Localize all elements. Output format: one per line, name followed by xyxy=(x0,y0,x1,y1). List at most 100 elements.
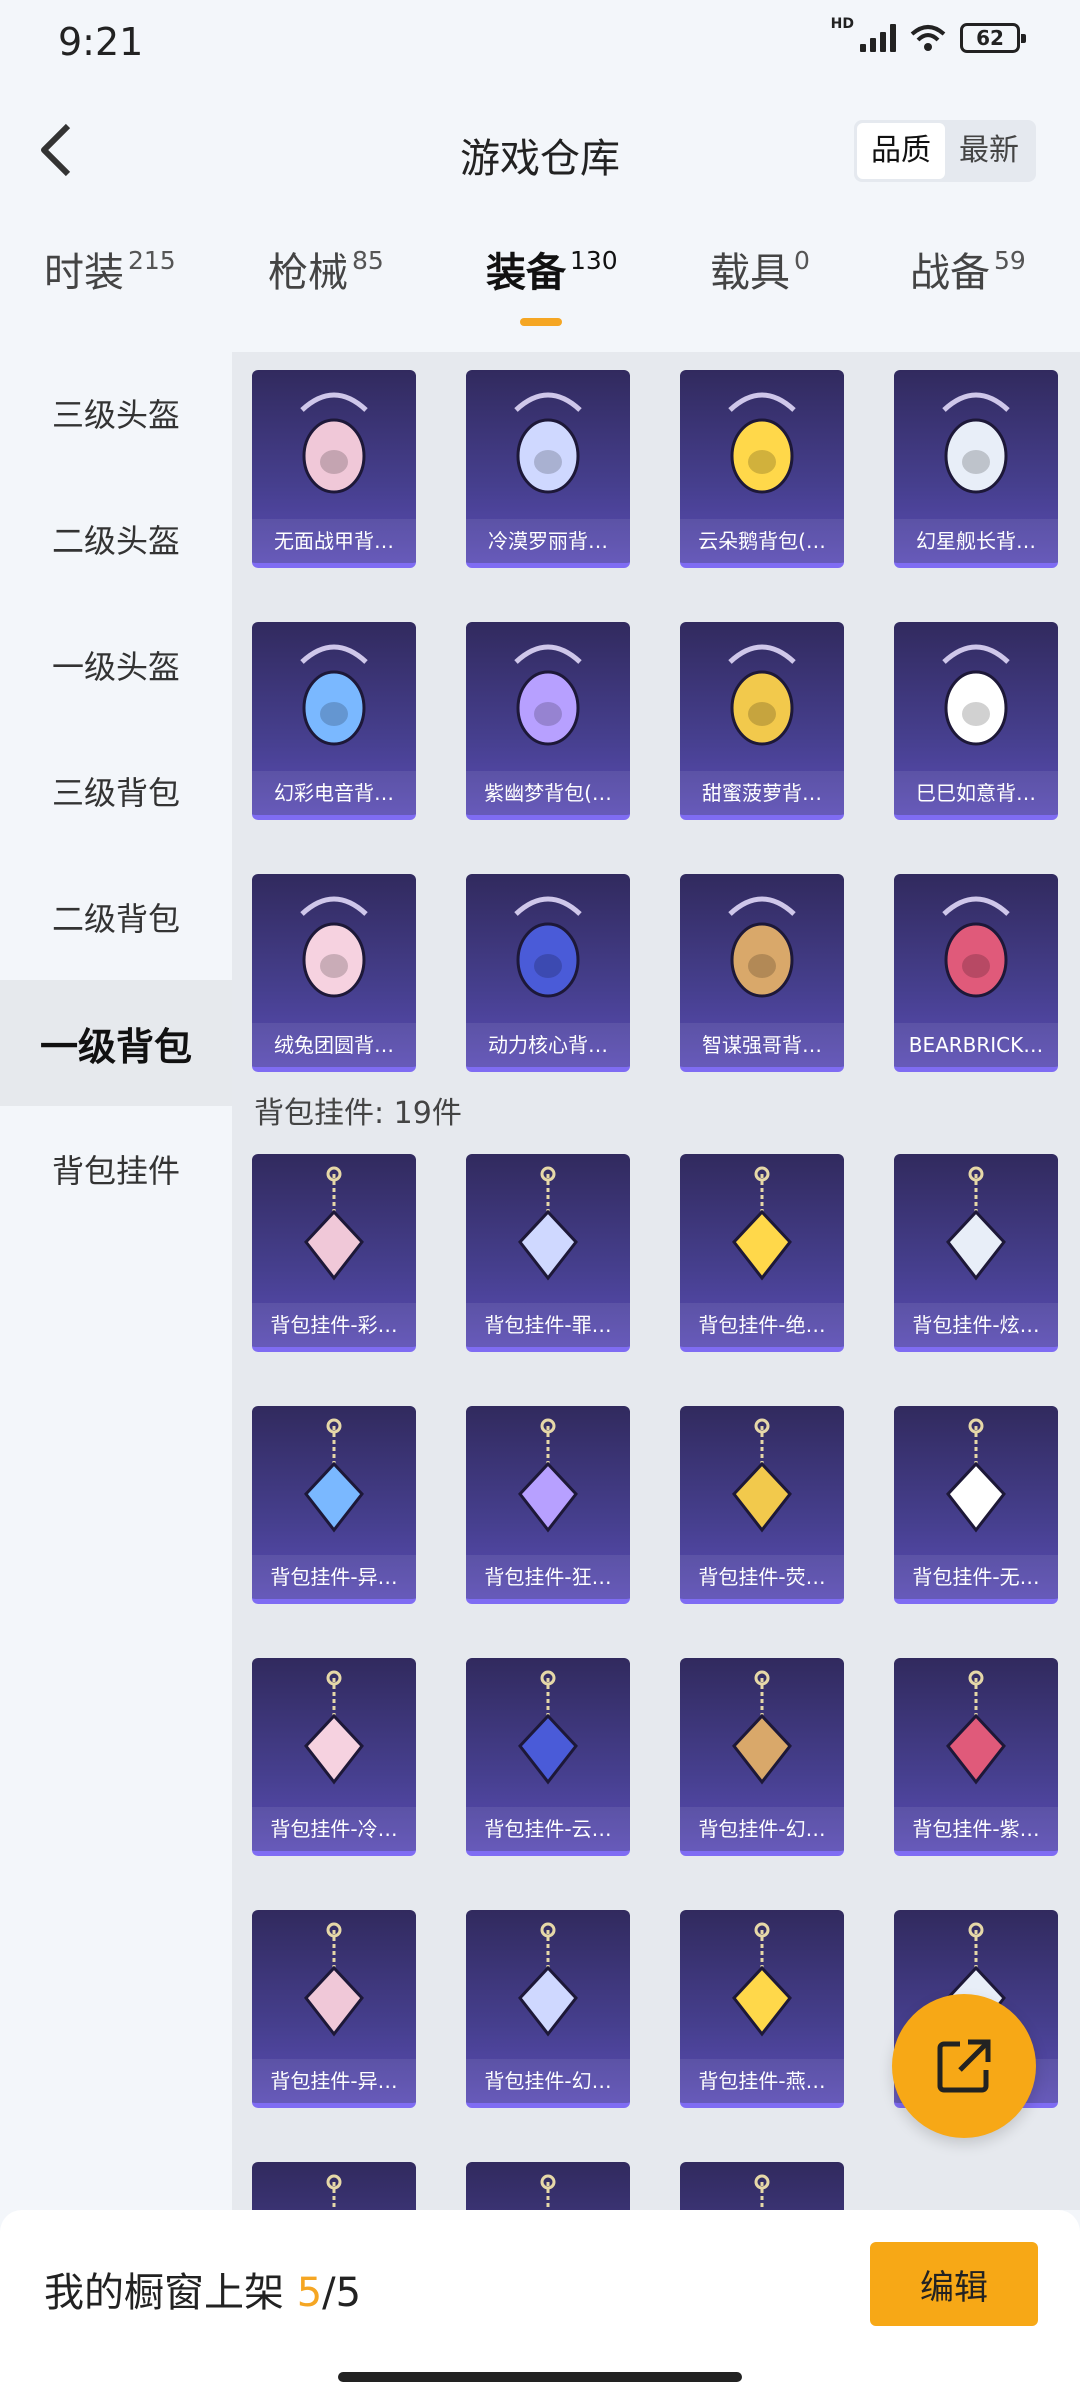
tab-guns[interactable]: 枪械 85 xyxy=(268,240,384,340)
clock: 9:21 xyxy=(58,20,144,64)
item-card[interactable]: 背包挂件-异… xyxy=(252,1910,416,2108)
tab-equipment[interactable]: 装备 130 xyxy=(486,240,618,340)
crystal-charm-icon xyxy=(894,1406,1058,1560)
battery-level: 62 xyxy=(976,26,1004,50)
item-name: 背包挂件-绝… xyxy=(680,1303,844,1347)
sidebar-item-backpack-2[interactable]: 二级背包 xyxy=(0,854,232,980)
item-card[interactable]: 动力核心背… xyxy=(466,874,630,1072)
tab-vehicles[interactable]: 载具 0 xyxy=(710,240,810,340)
item-card[interactable]: 背包挂件-云… xyxy=(466,1658,630,1856)
status-bar: 9:21 HD 62 xyxy=(0,0,1080,90)
item-card[interactable]: BEARBRICK… xyxy=(894,874,1058,1072)
item-card[interactable]: 背包挂件-罪… xyxy=(466,1154,630,1352)
item-name: BEARBRICK… xyxy=(894,1023,1058,1067)
item-name: 背包挂件-罪… xyxy=(466,1303,630,1347)
candy-charm-icon xyxy=(894,1154,1058,1308)
potion-charm-icon xyxy=(466,1910,630,2064)
item-name: 无面战甲背… xyxy=(252,519,416,563)
item-card[interactable]: 背包挂件-无… xyxy=(894,1406,1058,1604)
item-card[interactable]: 背包挂件-狂… xyxy=(466,1406,630,1604)
item-card[interactable] xyxy=(466,2162,630,2210)
bunny-white-backpack-icon xyxy=(894,622,1058,776)
item-name: 背包挂件-幻… xyxy=(466,2059,630,2103)
item-card[interactable]: 背包挂件-幻… xyxy=(680,1658,844,1856)
sidebar-item-backpack-charms[interactable]: 背包挂件 xyxy=(0,1106,232,1232)
item-card[interactable] xyxy=(252,2162,416,2210)
sidebar-item-backpack-1[interactable]: 一级背包 xyxy=(0,980,232,1106)
showcase-label: 我的橱窗上架 xyxy=(44,2270,297,2316)
flower-backpack-icon xyxy=(680,370,844,524)
tab-fashion[interactable]: 时装 215 xyxy=(44,240,176,340)
item-card[interactable]: 冷漠罗丽背… xyxy=(466,370,630,568)
item-card[interactable]: 巳巳如意背… xyxy=(894,622,1058,820)
sidebar-item-helmet-3[interactable]: 三级头盔 xyxy=(0,350,232,476)
sidebar-item-helmet-1[interactable]: 一级头盔 xyxy=(0,602,232,728)
tab-count: 0 xyxy=(794,246,810,275)
ice-cream-charm-icon xyxy=(252,1154,416,1308)
item-card[interactable]: 背包挂件-幻… xyxy=(466,1910,630,2108)
battery-icon: 62 xyxy=(960,23,1026,53)
item-name: 绒兔团圆背… xyxy=(252,1023,416,1067)
item-card[interactable]: 紫幽梦背包(… xyxy=(466,622,630,820)
item-name: 紫幽梦背包(… xyxy=(466,771,630,815)
item-name: 甜蜜菠萝背… xyxy=(680,771,844,815)
item-card[interactable]: 背包挂件-彩… xyxy=(252,1154,416,1352)
wifi-icon xyxy=(910,25,946,51)
pineapple-backpack-icon xyxy=(680,622,844,776)
category-tabs: 时装 215 枪械 85 装备 130 载具 0 战备 59 xyxy=(0,240,1080,340)
item-card[interactable]: 背包挂件-冷… xyxy=(252,1658,416,1856)
section-label-charms: 背包挂件: 19件 xyxy=(254,1096,462,1131)
item-card[interactable]: 无面战甲背… xyxy=(252,370,416,568)
item-card[interactable]: 背包挂件-燕… xyxy=(680,1910,844,2108)
bell-flower-charm-icon xyxy=(894,1658,1058,1812)
plush-bunny-backpack-icon xyxy=(252,874,416,1028)
edit-button[interactable]: 编辑 xyxy=(870,2242,1038,2326)
item-name: 背包挂件-异… xyxy=(252,2059,416,2103)
item-card[interactable] xyxy=(680,2162,844,2210)
item-name: 背包挂件-燕… xyxy=(680,2059,844,2103)
tab-count: 215 xyxy=(128,246,176,275)
sidebar-item-helmet-2[interactable]: 二级头盔 xyxy=(0,476,232,602)
clip-charm-icon xyxy=(466,2162,630,2210)
item-name: 背包挂件-炫… xyxy=(894,1303,1058,1347)
tab-battle-prep[interactable]: 战备 59 xyxy=(910,240,1026,340)
item-name: 云朵鹅背包(… xyxy=(680,519,844,563)
sort-newest-button[interactable]: 最新 xyxy=(945,123,1033,179)
tab-label: 枪械 xyxy=(268,250,348,296)
item-card[interactable]: 背包挂件-荧… xyxy=(680,1406,844,1604)
sort-quality-button[interactable]: 品质 xyxy=(857,123,945,179)
tab-label: 战备 xyxy=(910,250,990,296)
subcategory-sidebar: 三级头盔 二级头盔 一级头盔 三级背包 二级背包 一级背包 背包挂件 xyxy=(0,350,232,2210)
item-name: 智谋强哥背… xyxy=(680,1023,844,1067)
heart-backpack-icon xyxy=(466,370,630,524)
item-card[interactable]: 背包挂件-异… xyxy=(252,1406,416,1604)
tab-count: 85 xyxy=(352,246,384,275)
tab-count: 130 xyxy=(570,246,618,275)
item-card[interactable]: 云朵鹅背包(… xyxy=(680,370,844,568)
camera-charm-icon xyxy=(680,1154,844,1308)
backpack-grid: 无面战甲背… 冷漠罗丽背… 云朵鹅背包(… 幻星舰长背… 幻彩电音背… 紫幽梦背包(… 甜蜜… xyxy=(252,370,1058,1072)
tab-label: 装备 xyxy=(486,250,566,296)
hd-indicator: HD xyxy=(830,16,854,32)
item-card[interactable]: 智谋强哥背… xyxy=(680,874,844,1072)
sidebar-item-backpack-3[interactable]: 三级背包 xyxy=(0,728,232,854)
item-card[interactable]: 甜蜜菠萝背… xyxy=(680,622,844,820)
top-bar: 游戏仓库 品质 最新 xyxy=(0,90,1080,210)
wings-emblem-charm-icon xyxy=(252,1910,416,2064)
item-card[interactable]: 幻星舰长背… xyxy=(894,370,1058,568)
feather-charm-icon xyxy=(466,1406,630,1560)
item-card[interactable]: 背包挂件-炫… xyxy=(894,1154,1058,1352)
item-card[interactable]: 背包挂件-紫… xyxy=(894,1658,1058,1856)
active-tab-indicator xyxy=(520,318,562,326)
share-icon xyxy=(937,2039,991,2093)
item-card[interactable]: 背包挂件-绝… xyxy=(680,1154,844,1352)
swallow-charm-icon xyxy=(680,1910,844,2064)
item-card[interactable]: 绒兔团圆背… xyxy=(252,874,416,1072)
showcase-count: 5 xyxy=(296,2270,323,2316)
share-button[interactable] xyxy=(892,1994,1036,2138)
status-icons: HD 62 xyxy=(831,16,1026,54)
tab-count: 59 xyxy=(994,246,1026,275)
item-card[interactable]: 幻彩电音背… xyxy=(252,622,416,820)
robot-backpack-icon xyxy=(894,370,1058,524)
home-indicator[interactable] xyxy=(338,2372,742,2382)
